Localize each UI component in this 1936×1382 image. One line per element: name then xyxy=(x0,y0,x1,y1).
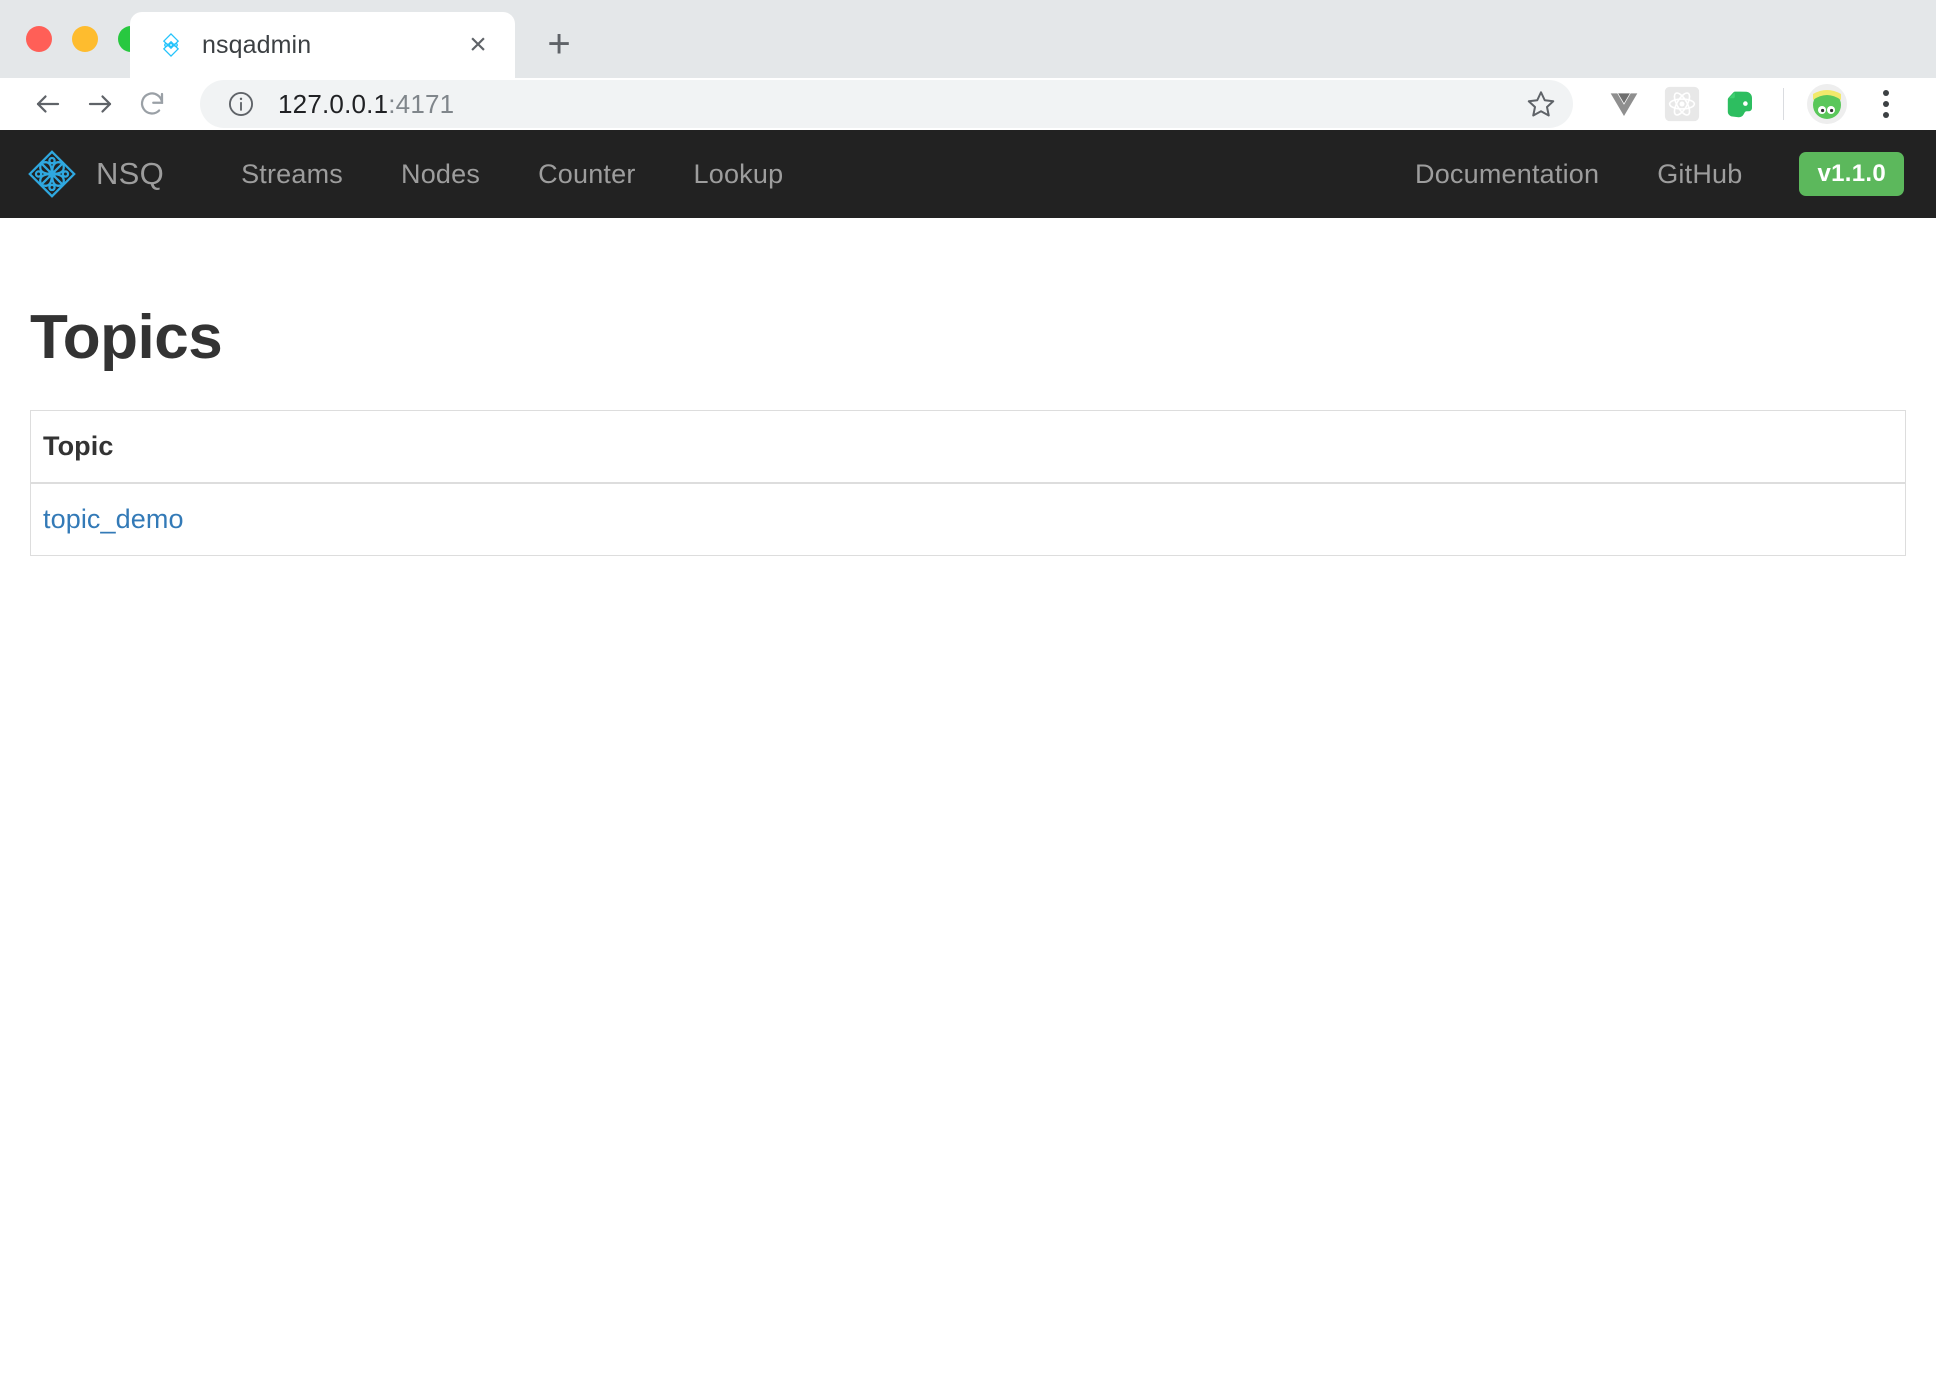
browser-toolbar: 127.0.0.1:4171 xyxy=(0,78,1936,130)
arrow-left-icon[interactable] xyxy=(22,78,74,130)
table-cell-topic: topic_demo xyxy=(30,482,1906,556)
table-header-row: Topic xyxy=(30,410,1906,485)
browser-window: nsqadmin × + 127.0.0.1:4171 NSQ Streams … xyxy=(0,0,1936,1382)
nsq-diamond-icon xyxy=(26,148,78,200)
nav-link-nodes[interactable]: Nodes xyxy=(372,130,509,218)
extension-icons xyxy=(1595,78,1910,130)
tabs-area: nsqadmin × + xyxy=(130,0,587,78)
info-circle-icon[interactable] xyxy=(226,89,256,119)
topics-table: Topic topic_demo xyxy=(30,410,1906,557)
nav-link-github[interactable]: GitHub xyxy=(1628,130,1771,218)
brand-link[interactable]: NSQ xyxy=(26,148,164,200)
table-row: topic_demo xyxy=(30,482,1906,556)
minimize-window-button[interactable] xyxy=(72,26,98,52)
star-icon[interactable] xyxy=(1519,82,1563,126)
close-window-button[interactable] xyxy=(26,26,52,52)
vue-devtools-icon[interactable] xyxy=(1595,78,1653,130)
nsq-diamond-icon xyxy=(158,32,184,58)
evernote-icon[interactable] xyxy=(1711,78,1769,130)
address-bar[interactable]: 127.0.0.1:4171 xyxy=(200,80,1573,128)
version-badge: v1.1.0 xyxy=(1799,152,1904,196)
arrow-right-icon[interactable] xyxy=(74,78,126,130)
window-controls xyxy=(26,26,144,52)
nav-right-group: Documentation GitHub v1.1.0 xyxy=(1386,130,1910,218)
column-header-topic: Topic xyxy=(30,410,1906,485)
table-head: Topic xyxy=(30,410,1906,485)
url-host: 127.0.0.1 xyxy=(278,88,389,119)
page-title: Topics xyxy=(30,303,223,372)
brand-label: NSQ xyxy=(96,156,165,191)
nsq-navbar: NSQ Streams Nodes Counter Lookup Documen… xyxy=(0,130,1936,218)
nav-link-streams[interactable]: Streams xyxy=(212,130,372,218)
topic-link-topic-demo[interactable]: topic_demo xyxy=(43,504,184,534)
url-text: 127.0.0.1:4171 xyxy=(278,89,454,120)
close-icon[interactable]: × xyxy=(461,28,495,62)
tab-title: nsqadmin xyxy=(202,30,312,59)
nav-links: Streams Nodes Counter Lookup xyxy=(212,130,812,218)
new-tab-button[interactable]: + xyxy=(531,16,587,72)
url-port: :4171 xyxy=(388,88,455,119)
three-dot-menu-icon[interactable] xyxy=(1862,78,1910,130)
table-body: topic_demo xyxy=(30,482,1906,556)
toolbar-divider xyxy=(1783,88,1784,120)
tab-nsqadmin[interactable]: nsqadmin × xyxy=(130,12,515,78)
nav-link-lookup[interactable]: Lookup xyxy=(665,130,813,218)
tab-strip: nsqadmin × + xyxy=(0,0,1936,78)
page-content: Topics Topic topic_demo xyxy=(0,218,1936,1382)
nav-link-documentation[interactable]: Documentation xyxy=(1386,130,1628,218)
profile-avatar[interactable] xyxy=(1798,78,1856,130)
react-devtools-icon[interactable] xyxy=(1653,78,1711,130)
nav-link-counter[interactable]: Counter xyxy=(509,130,664,218)
reload-icon[interactable] xyxy=(126,78,178,130)
